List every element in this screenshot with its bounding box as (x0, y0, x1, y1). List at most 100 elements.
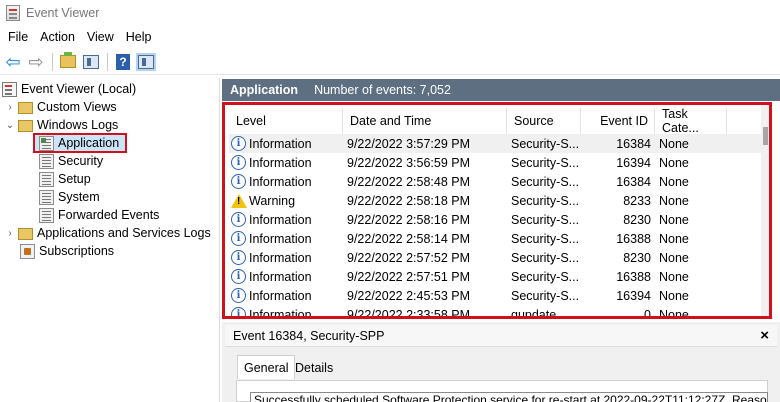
event-level-text: Information (249, 231, 312, 246)
event-date-cell: 9/22/2022 2:33:58 PM (347, 307, 471, 319)
event-row[interactable]: i Information 9/22/2022 2:58:14 PM Security… (229, 229, 769, 248)
show-hide-tree-icon (83, 54, 99, 69)
tree-item-security[interactable]: Security (39, 152, 103, 170)
event-source-cell: Security-S... (511, 193, 580, 208)
folder-icon (18, 102, 33, 114)
tree-item-windows-logs[interactable]: ⌄ Windows Logs (4, 116, 118, 134)
tree-item-subscriptions[interactable]: Subscriptions (20, 242, 114, 260)
tree-item-event-viewer-local[interactable]: Event Viewer (Local) (2, 80, 136, 98)
tree-item-label: Security (58, 154, 104, 168)
back-arrow-icon: ⇦ (5, 51, 21, 72)
event-row[interactable]: Warning 9/22/2022 2:58:18 PM Security-S...… (229, 191, 769, 210)
help-button[interactable]: ? (112, 51, 134, 73)
event-source-cell: Security-S... (511, 155, 580, 170)
tree-item-forwarded-events[interactable]: Forwarded Events (39, 206, 159, 224)
tree-item-applications-and-services-logs[interactable]: › Applications and Services Logs (4, 224, 211, 242)
event-task-cell: None (659, 288, 689, 303)
event-viewer-icon (6, 5, 20, 21)
event-id-cell: 0 (644, 307, 651, 319)
event-row[interactable]: i Information 9/22/2022 2:57:51 PM Security… (229, 267, 769, 286)
event-source-cell: Security-S... (511, 136, 580, 151)
tree-item-label: System (58, 190, 100, 204)
toolbar: ⇦ ⇨ ? (0, 49, 780, 75)
event-task-cell: None (659, 231, 689, 246)
event-id-cell: 8233 (623, 193, 651, 208)
event-row[interactable]: i Information 9/22/2022 2:45:53 PM Security… (229, 286, 769, 305)
event-level-cell: i Information (231, 134, 343, 153)
event-row[interactable]: i Information 9/22/2022 2:58:48 PM Security… (229, 172, 769, 191)
expand-chevron-icon[interactable]: › (4, 228, 16, 239)
collapse-chevron-icon[interactable]: ⌄ (4, 120, 16, 131)
help-icon: ? (116, 53, 130, 70)
tab-details[interactable]: Details (289, 356, 339, 380)
event-id-cell: 16388 (616, 269, 651, 284)
events-list[interactable]: Level Date and Time Source Event ID Task… (222, 102, 772, 319)
forward-arrow-icon: ⇨ (28, 51, 44, 72)
up-folder-icon (60, 52, 76, 68)
event-level-text: Information (249, 250, 312, 265)
forward-button[interactable]: ⇨ (25, 51, 47, 73)
tab-general[interactable]: General (237, 355, 296, 379)
column-header-source[interactable]: Source (507, 108, 581, 134)
expand-chevron-icon[interactable]: › (4, 102, 16, 113)
show-hide-action-pane-icon (136, 52, 156, 71)
event-source-cell: gupdate (511, 307, 557, 319)
information-icon: i (231, 212, 246, 227)
event-level-cell: i Information (231, 210, 343, 229)
tree-item-custom-views[interactable]: › Custom Views (4, 98, 117, 116)
warning-icon (231, 193, 247, 208)
event-description[interactable]: Successfully scheduled Software Protecti… (250, 392, 768, 402)
event-level-text: Information (249, 288, 312, 303)
title-bar: Event Viewer (0, 0, 780, 26)
event-id-cell: 16384 (616, 136, 651, 151)
tree-item-label: Windows Logs (37, 118, 119, 132)
event-level-text: Warning (249, 193, 296, 208)
menu-view[interactable]: View (81, 30, 120, 44)
tree-item-label: Custom Views (37, 100, 117, 114)
tree-item-system[interactable]: System (39, 188, 100, 206)
information-icon: i (231, 231, 246, 246)
event-id-cell: 8230 (623, 212, 651, 227)
event-row[interactable]: i Information 9/22/2022 3:57:29 PM Security… (229, 134, 769, 153)
column-header-event-id[interactable]: Event ID (581, 108, 655, 134)
menu-file[interactable]: File (2, 30, 34, 44)
show-hide-tree-button[interactable] (80, 51, 102, 73)
column-header-task-category[interactable]: Task Cate... (655, 107, 727, 135)
event-level-cell: i Information (231, 229, 343, 248)
event-task-cell: None (659, 174, 689, 189)
show-hide-action-pane-button[interactable] (135, 51, 157, 73)
event-row[interactable]: i Information 9/22/2022 2:58:16 PM Security… (229, 210, 769, 229)
tree-item-label: Event Viewer (Local) (21, 82, 137, 96)
event-count: Number of events: 7,052 (314, 83, 451, 97)
toolbar-separator (52, 52, 53, 71)
close-icon[interactable]: × (760, 327, 769, 344)
column-header-level[interactable]: Level (229, 108, 343, 134)
event-task-cell: None (659, 155, 689, 170)
application-log-icon (39, 135, 54, 151)
event-date-cell: 9/22/2022 2:58:16 PM (347, 212, 471, 227)
event-date-cell: 9/22/2022 2:45:53 PM (347, 288, 471, 303)
information-icon: i (231, 288, 246, 303)
tree-item-label: Application (58, 136, 120, 150)
event-row[interactable]: i Information 9/22/2022 2:57:52 PM Security… (229, 248, 769, 267)
menu-action[interactable]: Action (34, 30, 81, 44)
event-id-cell: 16388 (616, 231, 651, 246)
event-id-cell: 16384 (616, 174, 651, 189)
event-row[interactable]: i Information 9/22/2022 2:33:58 PM gupdate 0… (229, 305, 769, 319)
column-header-date-and-time[interactable]: Date and Time (343, 108, 507, 134)
back-button[interactable]: ⇦ (2, 51, 24, 73)
log-header: Application Number of events: 7,052 (222, 79, 780, 101)
vertical-scrollbar[interactable] (761, 105, 769, 316)
tree-item-label: Setup (58, 172, 91, 186)
tree-item-setup[interactable]: Setup (39, 170, 91, 188)
menu-help[interactable]: Help (120, 30, 158, 44)
up-folder-button[interactable] (57, 51, 79, 73)
log-icon (39, 189, 54, 205)
event-row[interactable]: i Information 9/22/2022 3:56:59 PM Security… (229, 153, 769, 172)
information-icon: i (231, 250, 246, 265)
tree-item-application[interactable]: Application (33, 133, 128, 153)
event-level-cell: i Information (231, 172, 343, 191)
scrollbar-thumb[interactable] (763, 127, 768, 145)
log-icon (39, 171, 54, 187)
event-task-cell: None (659, 250, 689, 265)
